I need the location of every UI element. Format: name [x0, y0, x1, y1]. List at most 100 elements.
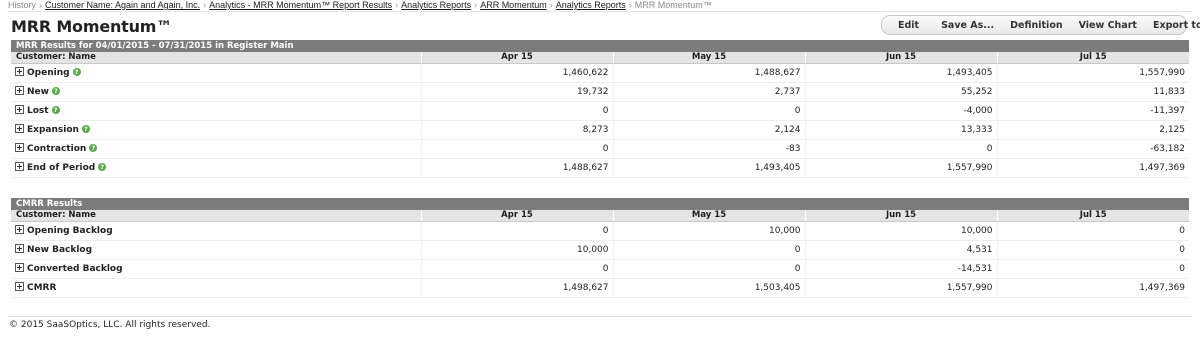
save-as-button[interactable]: Save As...: [933, 20, 1002, 31]
row-label: Opening: [27, 68, 70, 78]
row-label-cell: New Backlog: [11, 240, 421, 260]
value-cell[interactable]: 0: [420, 101, 613, 121]
copyright-footer: © 2015 SaaSOptics, LLC. All rights reser…: [9, 320, 211, 330]
value-cell[interactable]: 1,497,369: [996, 278, 1190, 298]
definition-button[interactable]: Definition: [1002, 20, 1070, 31]
column-header[interactable]: Apr 15: [420, 210, 613, 222]
expand-icon[interactable]: [15, 67, 24, 76]
breadcrumb-link-analytics-reports-2[interactable]: Analytics Reports: [556, 0, 626, 10]
value-cell[interactable]: -83: [612, 139, 805, 159]
table-row: End of Period? 1,488,627 1,493,405 1,557,99…: [11, 158, 1189, 178]
help-icon[interactable]: ?: [51, 86, 60, 95]
row-label: Expansion: [27, 125, 79, 135]
value-cell[interactable]: 0: [420, 221, 613, 241]
value-cell[interactable]: 0: [612, 259, 805, 279]
row-label: Converted Backlog: [27, 264, 123, 274]
value-cell[interactable]: 2,737: [612, 82, 805, 102]
help-icon[interactable]: ?: [51, 105, 60, 114]
breadcrumb-link-arr-momentum[interactable]: ARR Momentum: [480, 0, 547, 10]
value-cell[interactable]: 1,460,622: [420, 63, 613, 83]
expand-icon[interactable]: [15, 105, 24, 114]
value-cell[interactable]: 19,732: [420, 82, 613, 102]
breadcrumb-link-analytics-reports[interactable]: Analytics Reports: [401, 0, 471, 10]
column-header[interactable]: Jun 15: [804, 210, 997, 222]
column-header[interactable]: May 15: [612, 52, 805, 64]
value-cell[interactable]: 10,000: [804, 221, 997, 241]
export-csv-button[interactable]: Export to CSV: [1145, 20, 1200, 31]
help-icon[interactable]: ?: [81, 124, 90, 133]
help-icon[interactable]: ?: [98, 162, 107, 171]
breadcrumb-separator: ›: [549, 0, 553, 10]
value-cell[interactable]: 1,557,990: [996, 63, 1189, 83]
column-header-row: Customer: Name Apr 15 May 15 Jun 15 Jul 15: [11, 52, 1189, 64]
expand-icon[interactable]: [15, 86, 24, 95]
row-label-cell: Converted Backlog: [11, 259, 421, 279]
value-cell[interactable]: 1,493,405: [804, 63, 997, 83]
value-cell[interactable]: 55,252: [804, 82, 997, 102]
value-cell[interactable]: 0: [420, 259, 613, 279]
edit-button[interactable]: Edit: [882, 20, 933, 31]
value-cell[interactable]: 0: [996, 221, 1190, 241]
value-cell[interactable]: 0: [612, 101, 805, 121]
value-cell[interactable]: 1,557,990: [804, 278, 997, 298]
breadcrumb-link-customer[interactable]: Customer Name: Again and Again, Inc.: [45, 0, 200, 10]
breadcrumb-current: MRR Momentum™: [634, 0, 712, 10]
cmrr-results-table: CMRR Results Customer: Name Apr 15 May 15 Ju…: [11, 198, 1190, 298]
expand-icon[interactable]: [15, 225, 24, 234]
expand-icon[interactable]: [15, 244, 24, 253]
breadcrumb: History › Customer Name: Again and Again, …: [8, 0, 712, 11]
expand-icon[interactable]: [15, 263, 24, 272]
column-header[interactable]: Apr 15: [420, 52, 613, 64]
value-cell[interactable]: 0: [804, 139, 997, 159]
row-label: Opening Backlog: [27, 226, 113, 236]
value-cell[interactable]: 1,503,405: [612, 278, 805, 298]
value-cell[interactable]: 1,493,405: [612, 158, 805, 178]
value-cell[interactable]: -4,000: [804, 101, 997, 121]
value-cell[interactable]: 1,488,627: [420, 158, 613, 178]
value-cell[interactable]: 1,498,627: [420, 278, 613, 298]
row-label-cell: Expansion?: [11, 120, 421, 140]
breadcrumb-separator: ›: [474, 0, 478, 10]
value-cell[interactable]: 11,833: [996, 82, 1189, 102]
expand-icon[interactable]: [15, 162, 24, 171]
expand-icon[interactable]: [15, 143, 24, 152]
value-cell[interactable]: -14,531: [804, 259, 997, 279]
value-cell[interactable]: 4,531: [804, 240, 997, 260]
value-cell[interactable]: 8,273: [420, 120, 613, 140]
value-cell[interactable]: 0: [420, 139, 613, 159]
value-cell[interactable]: 10,000: [612, 221, 805, 241]
value-cell[interactable]: 0: [612, 240, 805, 260]
section-title-row: MRR Results for 04/01/2015 - 07/31/2015 …: [11, 40, 1189, 52]
customer-name-header[interactable]: Customer: Name: [11, 210, 421, 222]
expand-icon[interactable]: [15, 124, 24, 133]
value-cell[interactable]: 0: [996, 259, 1190, 279]
view-chart-button[interactable]: View Chart: [1071, 20, 1145, 31]
footer-divider: [8, 316, 1192, 317]
help-icon[interactable]: ?: [72, 67, 81, 76]
value-cell[interactable]: 10,000: [420, 240, 613, 260]
column-header[interactable]: May 15: [612, 210, 805, 222]
value-cell[interactable]: 2,124: [612, 120, 805, 140]
row-label-cell: Contraction?: [11, 139, 421, 159]
table-row: New Backlog 10,000 0 4,531 0: [11, 240, 1190, 260]
value-cell[interactable]: -63,182: [996, 139, 1189, 159]
table-row: Opening Backlog 0 10,000 10,000 0: [11, 221, 1190, 241]
expand-icon[interactable]: [15, 282, 24, 291]
value-cell[interactable]: 0: [996, 240, 1190, 260]
value-cell[interactable]: 1,557,990: [804, 158, 997, 178]
report-toolbar: Edit Save As... Definition View Chart Ex…: [881, 15, 1200, 35]
customer-name-header[interactable]: Customer: Name: [11, 52, 421, 64]
value-cell[interactable]: 2,125: [996, 120, 1189, 140]
row-label: Contraction: [27, 144, 87, 154]
column-header[interactable]: Jun 15: [804, 52, 997, 64]
column-header[interactable]: Jul 15: [996, 52, 1189, 64]
value-cell[interactable]: 1,497,369: [996, 158, 1189, 178]
value-cell[interactable]: 1,488,627: [612, 63, 805, 83]
breadcrumb-link-report-results[interactable]: Analytics - MRR Momentum™ Report Results: [209, 0, 392, 10]
table-row: Contraction? 0 -83 0 -63,182: [11, 139, 1189, 159]
mrr-results-table: MRR Results for 04/01/2015 - 07/31/2015 …: [11, 40, 1189, 178]
column-header[interactable]: Jul 15: [996, 210, 1190, 222]
value-cell[interactable]: -11,397: [996, 101, 1189, 121]
value-cell[interactable]: 13,333: [804, 120, 997, 140]
help-icon[interactable]: ?: [89, 143, 98, 152]
